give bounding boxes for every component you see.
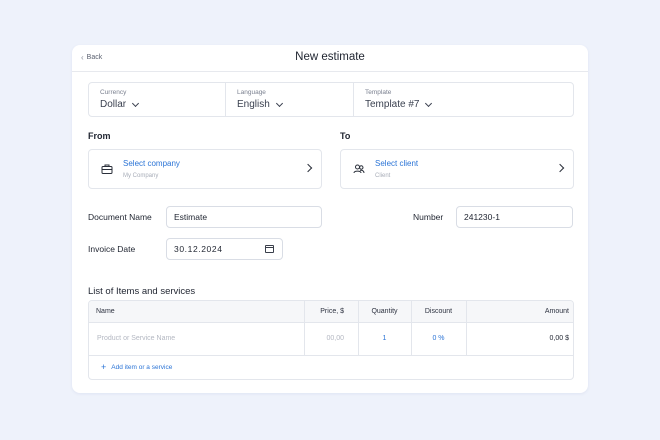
- document-name-input[interactable]: Estimate: [166, 206, 322, 228]
- settings-bar: Currency Dollar Language English Templat…: [88, 82, 574, 117]
- calendar-icon[interactable]: [265, 245, 274, 253]
- language-label: Language: [237, 89, 266, 96]
- estimate-card: ‹ Back New estimate Currency Dollar Lang…: [72, 45, 588, 393]
- add-item-button[interactable]: + Add item or a service: [101, 363, 172, 372]
- document-name-label: Document Name: [88, 212, 152, 222]
- top-bar: ‹ Back New estimate: [72, 45, 588, 72]
- select-company-button[interactable]: Select company My Company: [88, 149, 322, 189]
- item-quantity-input[interactable]: 1: [358, 335, 411, 342]
- item-price-input[interactable]: 00,00: [304, 335, 358, 342]
- from-heading: From: [88, 131, 111, 141]
- select-client-button[interactable]: Select client Client: [340, 149, 574, 189]
- number-label: Number: [413, 212, 444, 222]
- template-select[interactable]: Template Template #7: [353, 83, 573, 116]
- briefcase-icon: [101, 164, 113, 174]
- language-select[interactable]: Language English: [225, 83, 353, 116]
- template-label: Template: [365, 89, 392, 96]
- users-icon: [353, 164, 365, 174]
- items-table: Name Price, $ Quantity Discount Amount P…: [88, 300, 574, 380]
- chevron-down-icon: [425, 99, 433, 107]
- number-value: 241230-1: [464, 212, 500, 222]
- language-value: English: [237, 99, 270, 110]
- items-title: List of Items and services: [88, 286, 196, 297]
- currency-select[interactable]: Currency Dollar: [89, 83, 225, 116]
- plus-icon: +: [101, 362, 107, 372]
- column-discount: Discount: [424, 308, 453, 315]
- column-amount: Amount: [544, 308, 569, 315]
- chevron-down-icon: [132, 99, 140, 107]
- select-company-label: Select company: [123, 159, 180, 168]
- number-input[interactable]: 241230-1: [456, 206, 573, 228]
- item-amount: 0,00 $: [549, 335, 569, 342]
- currency-label: Currency: [100, 89, 127, 96]
- invoice-date-label: Invoice Date: [88, 244, 136, 254]
- client-hint: Client: [375, 173, 391, 179]
- document-name-value: Estimate: [174, 212, 208, 222]
- item-discount-input[interactable]: 0 %: [411, 335, 466, 342]
- table-row: Product or Service Name 00,00 1 0 % 0,00…: [89, 322, 573, 356]
- chevron-down-icon: [275, 99, 283, 107]
- template-value: Template #7: [365, 99, 420, 110]
- add-item-label: Add item or a service: [111, 364, 173, 371]
- currency-value: Dollar: [100, 99, 127, 110]
- invoice-date-value: 30.12.2024: [174, 244, 223, 254]
- column-name: Name: [96, 308, 115, 315]
- invoice-date-input[interactable]: 30.12.2024: [166, 238, 283, 260]
- chevron-right-icon: [303, 163, 313, 173]
- column-quantity: Quantity: [371, 308, 398, 315]
- chevron-right-icon: [555, 163, 565, 173]
- company-hint: My Company: [123, 173, 159, 179]
- to-heading: To: [340, 131, 351, 141]
- page-title: New estimate: [295, 51, 365, 63]
- column-price: Price, $: [320, 308, 344, 315]
- item-name-input[interactable]: Product or Service Name: [97, 335, 175, 342]
- select-client-label: Select client: [375, 159, 419, 168]
